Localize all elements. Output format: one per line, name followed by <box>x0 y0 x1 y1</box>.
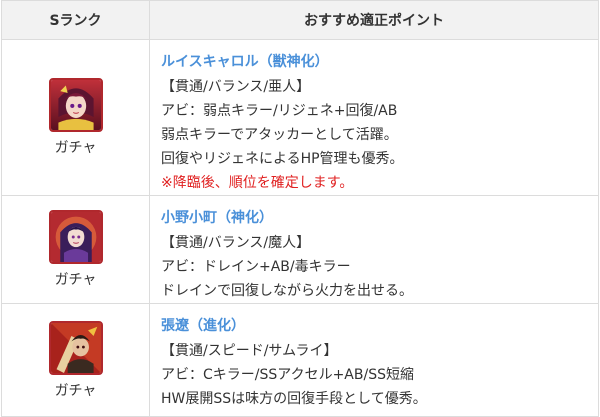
unit-abilities: アビ：Cキラー/SSアクセル+AB/SS短縮 <box>161 367 414 383</box>
lewis-carroll-portrait-icon[interactable] <box>48 78 103 132</box>
unit-name-link[interactable]: ルイスキャロル（獣神化） <box>161 51 598 73</box>
source-label: ガチャ <box>54 140 97 156</box>
unit-comment: ドレインで回復しながら火力を出せる。 <box>161 283 413 299</box>
points-column-header: おすすめ適正ポイント <box>149 0 599 40</box>
portrait-art <box>50 80 101 130</box>
zhang-liao-portrait-icon[interactable] <box>48 320 103 375</box>
description-cell: 張遼（進化） 【貫通/スピード/サムライ】 アビ：Cキラー/SSアクセル+AB/… <box>149 303 599 417</box>
unit-attributes: 【貫通/スピード/サムライ】 <box>161 343 338 359</box>
unit-cell: ガチャ <box>1 195 150 304</box>
source-label: ガチャ <box>54 382 97 399</box>
rank-column-header: Sランク <box>1 0 150 40</box>
unit-comment: 弱点キラーでアタッカーとして活躍。 <box>161 127 398 143</box>
unit-abilities: アビ：弱点キラー/リジェネ+回復/AB <box>161 103 398 119</box>
portrait-art <box>50 322 101 373</box>
unit-name-link[interactable]: 張遼（進化） <box>161 315 598 337</box>
unit-cell: ガチャ <box>1 303 150 417</box>
ranking-note: ※降臨後、順位を確定します。 <box>161 175 354 191</box>
ranking-table: Sランク おすすめ適正ポイント ガチャ ルイスキャロル（獣神化） 【貫通/バラン… <box>1 0 599 417</box>
source-label: ガチャ <box>54 272 97 288</box>
description-cell: 小野小町（神化） 【貫通/バランス/魔人】 アビ：ドレイン+AB/毒キラー ドレ… <box>149 195 599 304</box>
table-header-row: Sランク おすすめ適正ポイント <box>1 0 599 40</box>
table-row: ガチャ 小野小町（神化） 【貫通/バランス/魔人】 アビ：ドレイン+AB/毒キラ… <box>1 195 599 304</box>
unit-comment: 回復やリジェネによるHP管理も優秀。 <box>161 151 404 167</box>
unit-cell: ガチャ <box>1 39 150 196</box>
unit-attributes: 【貫通/バランス/亜人】 <box>161 79 311 95</box>
portrait-art <box>50 212 101 262</box>
table-row: ガチャ ルイスキャロル（獣神化） 【貫通/バランス/亜人】 アビ：弱点キラー/リ… <box>1 39 599 196</box>
unit-name-link[interactable]: 小野小町（神化） <box>161 207 598 229</box>
description-cell: ルイスキャロル（獣神化） 【貫通/バランス/亜人】 アビ：弱点キラー/リジェネ+… <box>149 39 599 196</box>
ono-no-komachi-portrait-icon[interactable] <box>48 210 103 264</box>
unit-comment: HW展開SSは味方の回復手段として優秀。 <box>161 391 427 407</box>
table-row: ガチャ 張遼（進化） 【貫通/スピード/サムライ】 アビ：Cキラー/SSアクセル… <box>1 303 599 417</box>
unit-attributes: 【貫通/バランス/魔人】 <box>161 235 311 251</box>
unit-abilities: アビ：ドレイン+AB/毒キラー <box>161 259 351 275</box>
